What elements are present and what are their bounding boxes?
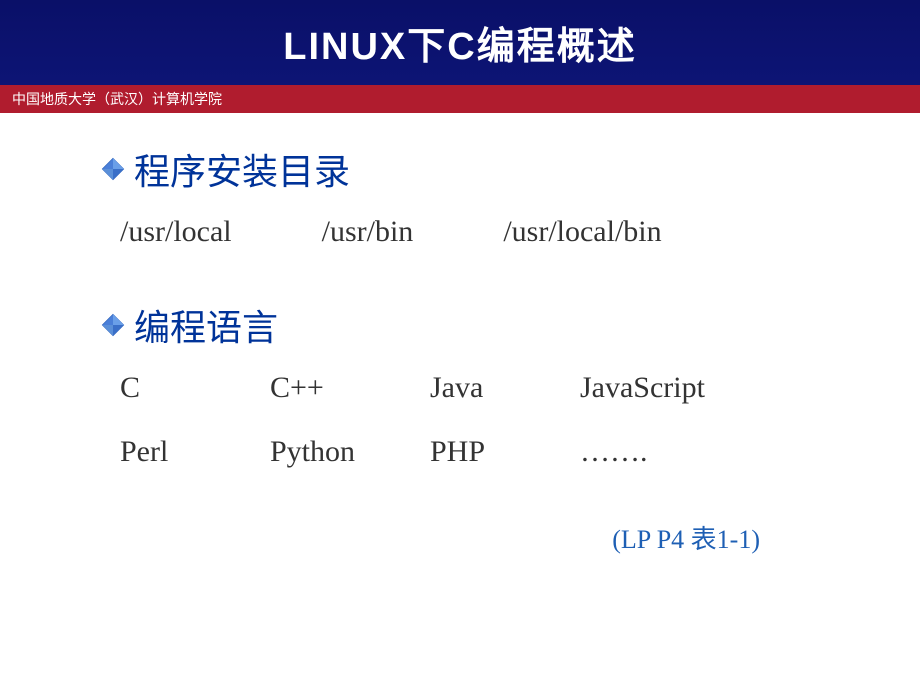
diamond-bullet-icon <box>100 156 126 182</box>
section-body: C C++ Java JavaScript Perl Python PHP ……… <box>100 371 860 469</box>
diamond-bullet-icon <box>100 312 126 338</box>
slide-header: LINUX下C编程概述 <box>0 0 920 85</box>
language-grid: C C++ Java JavaScript Perl Python PHP ……… <box>120 371 860 469</box>
section-body: /usr/local /usr/bin /usr/local/bin <box>100 215 860 249</box>
section-header: 编程语言 <box>100 299 860 351</box>
section-install-dir: 程序安装目录 /usr/local /usr/bin /usr/local/bi… <box>100 143 860 249</box>
section-header: 程序安装目录 <box>100 143 860 195</box>
language-item: C++ <box>270 371 430 405</box>
language-item: C <box>120 371 270 405</box>
language-item: JavaScript <box>580 371 740 405</box>
path-item: /usr/local/bin <box>503 215 661 249</box>
path-item: /usr/local <box>120 215 232 249</box>
language-item: Java <box>430 371 580 405</box>
section-title-text: 编程语言 <box>134 299 278 351</box>
section-title-text: 程序安装目录 <box>134 143 350 195</box>
path-list: /usr/local /usr/bin /usr/local/bin <box>120 215 860 249</box>
reference-note: (LP P4 表1-1) <box>100 519 860 556</box>
language-item: Python <box>270 435 430 469</box>
institution-name: 中国地质大学（武汉）计算机学院 <box>12 89 222 109</box>
slide-title: LINUX下C编程概述 <box>283 15 636 70</box>
language-item: ……. <box>580 435 740 469</box>
language-item: Perl <box>120 435 270 469</box>
subtitle-bar: 中国地质大学（武汉）计算机学院 <box>0 85 920 113</box>
path-item: /usr/bin <box>322 215 414 249</box>
language-item: PHP <box>430 435 580 469</box>
section-languages: 编程语言 C C++ Java JavaScript Perl Python P… <box>100 299 860 469</box>
slide-content: 程序安装目录 /usr/local /usr/bin /usr/local/bi… <box>0 113 920 576</box>
